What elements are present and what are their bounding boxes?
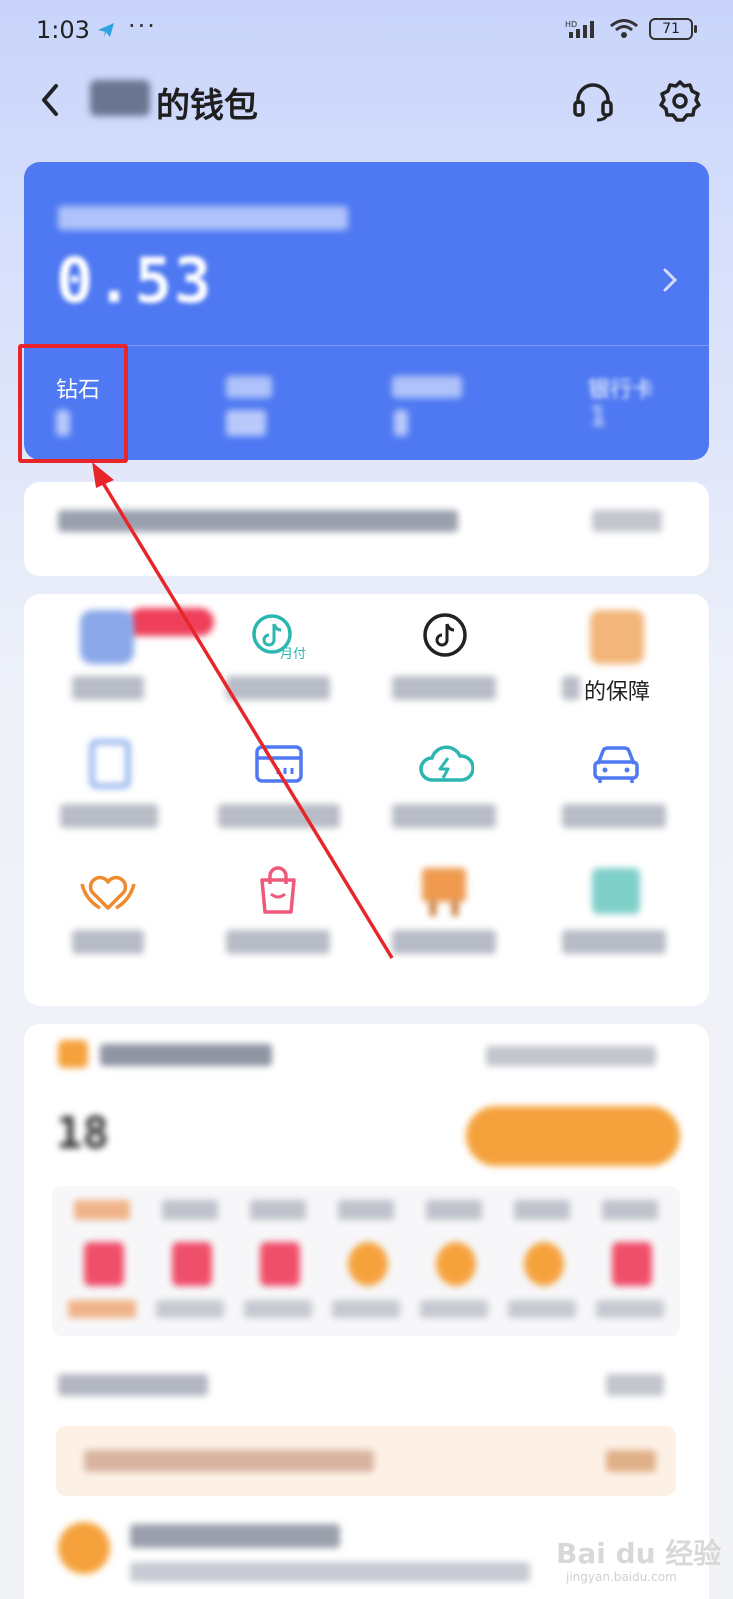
checkin-day-2 [150, 1200, 230, 1320]
service-label-1 [72, 676, 144, 700]
checkin-day-6 [502, 1200, 582, 1320]
checkin-day-3 [238, 1200, 318, 1320]
checkin-day-7 [590, 1200, 670, 1320]
signpost-leg-right [452, 900, 458, 916]
user-name-blurred [90, 80, 150, 116]
shield-box-icon[interactable] [590, 610, 644, 664]
task-heart-icon [58, 1522, 110, 1574]
svg-text:月付: 月付 [280, 647, 306, 662]
more-notifications-icon: ··· [128, 12, 157, 40]
settings-gear-icon[interactable] [657, 78, 703, 124]
tasks-title-blurred [58, 1374, 208, 1396]
cloud-bolt-icon[interactable] [418, 742, 474, 786]
task-banner-text-blurred [84, 1450, 374, 1472]
chevron-right-icon[interactable] [660, 266, 680, 294]
heart-hands-icon[interactable] [78, 870, 138, 914]
service-label-4-prefix [562, 676, 580, 700]
notice-action-blurred[interactable] [592, 510, 662, 532]
svg-text:HD: HD [565, 20, 577, 29]
douyin-logo-icon[interactable] [422, 612, 468, 658]
gift-icon[interactable] [592, 868, 640, 914]
service-label-5 [60, 804, 158, 828]
signpost-leg-left [430, 900, 436, 916]
asset-coin-value-blurred [226, 410, 266, 436]
tasks-more-blurred[interactable] [606, 1374, 664, 1396]
service-label-9 [72, 930, 144, 954]
checkin-day-5 [414, 1200, 494, 1320]
battery-indicator: 71 [649, 18, 697, 40]
service-icon-1[interactable] [80, 610, 134, 664]
task-desc-blurred [130, 1562, 530, 1582]
signal-icon: HD [565, 20, 594, 38]
service-label-8 [562, 804, 666, 828]
service-label-6 [218, 804, 340, 828]
headset-support-icon[interactable] [570, 78, 616, 124]
telegram-icon [98, 23, 114, 37]
douyin-monthly-pay-icon[interactable]: 月付 [250, 612, 310, 664]
car-icon[interactable] [592, 742, 640, 786]
asset-bankcard-label[interactable]: 银行卡 [588, 372, 654, 404]
checkin-button[interactable] [466, 1106, 680, 1166]
status-indicators: HD 71 [565, 18, 697, 40]
wifi-icon [610, 19, 638, 38]
signpost-icon[interactable] [422, 868, 466, 902]
asset-coin-label-blurred[interactable] [226, 376, 272, 398]
baidu-watermark: Bai du 经验 [556, 1537, 722, 1570]
asset-coupon-value-blurred [394, 410, 408, 436]
service-label-10 [226, 930, 330, 954]
service-label-2 [226, 676, 330, 700]
points-rule-link-blurred[interactable] [486, 1046, 656, 1066]
task-title-blurred [130, 1524, 340, 1548]
card-icon[interactable] [254, 744, 304, 784]
task-banner-action-blurred[interactable] [606, 1450, 656, 1472]
checkin-day-1 [62, 1200, 142, 1320]
balance-label-blurred [58, 206, 348, 230]
phone-icon[interactable] [90, 740, 130, 788]
page-title: 的钱包 [156, 86, 258, 126]
shopping-bag-icon[interactable] [256, 866, 300, 916]
back-arrow-icon[interactable] [36, 80, 66, 120]
asset-coupon-label-blurred[interactable] [392, 376, 462, 398]
baidu-watermark-url: jingyan.baidu.com [566, 1570, 677, 1584]
checkin-day-4 [326, 1200, 406, 1320]
notice-text-blurred [58, 510, 458, 532]
service-label-3 [392, 676, 496, 700]
highlight-box [18, 344, 128, 463]
service-label-4: 的保障 [584, 680, 651, 705]
status-time: 1:03 [36, 16, 90, 44]
balance-amount: 0.53 [56, 244, 214, 317]
points-diamond-icon [58, 1040, 88, 1068]
service-label-12 [562, 930, 666, 954]
points-value: 18 [56, 1108, 109, 1159]
asset-bankcard-value: 1 [590, 402, 607, 432]
points-title-blurred [100, 1044, 272, 1066]
service-label-7 [392, 804, 496, 828]
service-label-11 [392, 930, 496, 954]
promo-badge [128, 608, 214, 636]
